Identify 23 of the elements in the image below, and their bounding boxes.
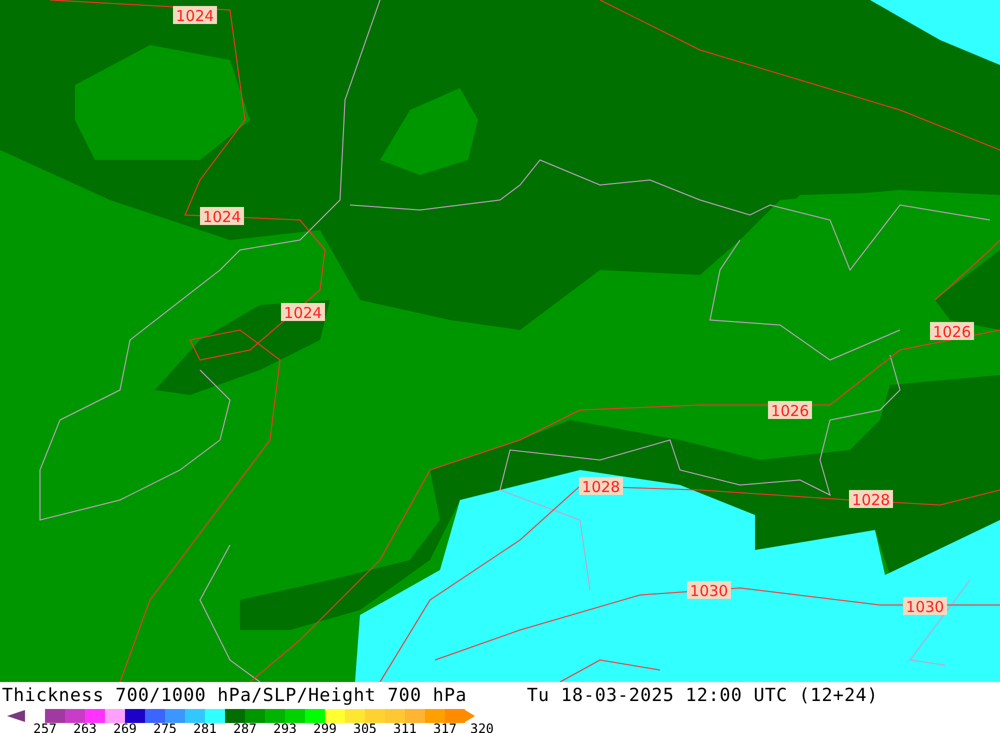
- scale-tick-label: 281: [193, 722, 217, 733]
- scale-tick-label: 257: [33, 722, 57, 733]
- scale-tick-label: 305: [353, 722, 377, 733]
- isobar-label: 1030: [687, 581, 731, 600]
- isobar-label: 1024: [281, 303, 325, 322]
- valid-time: Tu 18-03-2025 12:00 UTC (12+24): [526, 684, 878, 706]
- scale-tick-label: 317: [433, 722, 457, 733]
- scale-tick-label: 299: [313, 722, 337, 733]
- isobar-label: 1024: [173, 6, 217, 25]
- scale-tick-label: 269: [113, 722, 137, 733]
- scale-tick-label: 293: [273, 722, 297, 733]
- scale-tick-label: 287: [233, 722, 257, 733]
- isobar-label: 1024: [200, 207, 244, 226]
- scale-tick-label: 275: [153, 722, 177, 733]
- scale-tick-label: 311: [393, 722, 417, 733]
- chart-title: Thickness 700/1000 hPa/SLP/Height 700 hPa: [2, 684, 467, 706]
- isobar-label: 1030: [903, 597, 947, 616]
- isobar-label: 1026: [768, 401, 812, 420]
- isobar-label: 1026: [930, 322, 974, 341]
- isobar-label: 1028: [579, 477, 623, 496]
- scale-tick-label: 320: [470, 722, 494, 733]
- isobar-label: 1028: [849, 490, 893, 509]
- scale-tick-label: 263: [73, 722, 97, 733]
